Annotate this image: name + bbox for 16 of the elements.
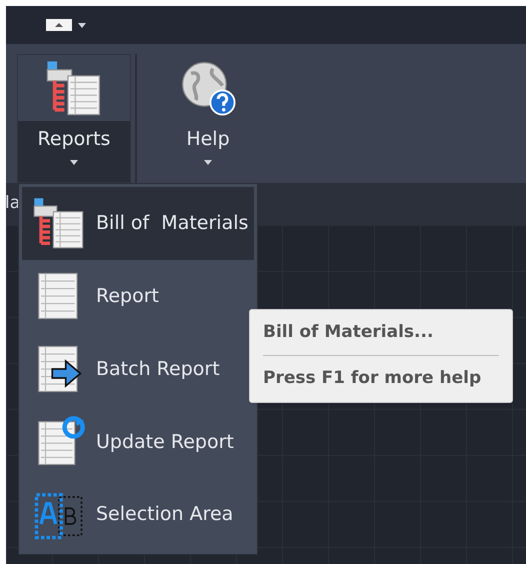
quick-access-button[interactable] <box>46 19 72 31</box>
menu-item[interactable]: Bill of Materials <box>22 187 254 260</box>
dropdown-caret-icon <box>204 160 212 164</box>
tooltip-title: Bill of Materials... <box>263 320 434 344</box>
up-arrow-icon <box>55 23 63 27</box>
menu-item[interactable]: Selection Area <box>22 478 254 551</box>
globe-help-icon <box>179 59 237 117</box>
tooltip-hint: Press F1 for more help <box>263 367 482 390</box>
dropdown-caret-icon <box>70 160 78 164</box>
bill-of-materials-icon <box>45 59 103 117</box>
ribbon-button[interactable]: Help <box>151 54 265 183</box>
bill-of-materials-icon <box>32 196 86 250</box>
menu-item[interactable]: Update Report <box>22 405 254 478</box>
dropdown-caret-icon <box>78 22 86 28</box>
menu-item[interactable]: Report <box>22 260 254 333</box>
ribbon-button[interactable]: Reports <box>17 54 131 183</box>
